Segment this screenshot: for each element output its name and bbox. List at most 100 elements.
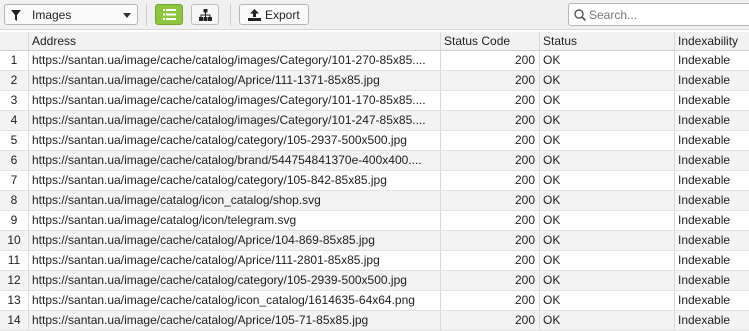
cell-indexability: Indexable — [678, 233, 731, 247]
table-row[interactable]: 14 https://santan.ua/image/cache/catalog/… — [0, 311, 749, 331]
search-icon — [574, 9, 586, 21]
filter-label: Images — [32, 8, 72, 22]
table-row[interactable]: 7 https://santan.ua/image/cache/catalog/c… — [0, 171, 749, 191]
cell-address: https://santan.ua/image/cache/catalog/Ap… — [29, 231, 441, 250]
cell-status: OK — [540, 211, 675, 230]
cell-status: OK — [540, 71, 675, 90]
cell-status-code: 200 — [441, 311, 540, 330]
chevron-down-icon — [123, 13, 131, 18]
toolbar-divider — [146, 4, 147, 26]
row-number: 4 — [0, 111, 29, 130]
cell-status: OK — [540, 291, 675, 310]
cell-indexability: Indexable — [678, 253, 731, 267]
cell-status-code: 200 — [441, 131, 540, 150]
table-row[interactable]: 10 https://santan.ua/image/cache/catalog/… — [0, 231, 749, 251]
table-row[interactable]: 5 https://santan.ua/image/cache/catalog/c… — [0, 131, 749, 151]
list-view-icon — [163, 9, 176, 20]
row-number: 1 — [0, 51, 29, 70]
cell-address: https://santan.ua/image/cache/catalog/ca… — [29, 131, 441, 150]
cell-indexability: Indexable — [678, 193, 731, 207]
export-button[interactable]: Export — [239, 4, 309, 25]
cell-status-code: 200 — [441, 91, 540, 110]
table-row[interactable]: 6 https://santan.ua/image/cache/catalog/b… — [0, 151, 749, 171]
cell-status-code: 200 — [441, 171, 540, 190]
row-number: 7 — [0, 171, 29, 190]
cell-status: OK — [540, 171, 675, 190]
export-label: Export — [265, 8, 300, 22]
cell-address: https://santan.ua/image/cache/catalog/ca… — [29, 171, 441, 190]
row-number: 8 — [0, 191, 29, 210]
cell-indexability: Indexable — [678, 313, 731, 327]
table-row[interactable]: 12 https://santan.ua/image/cache/catalog/… — [0, 271, 749, 291]
row-number: 14 — [0, 311, 29, 330]
table-row[interactable]: 2 https://santan.ua/image/cache/catalog/A… — [0, 71, 749, 91]
cell-address: https://santan.ua/image/cache/catalog/ca… — [29, 271, 441, 290]
cell-address: https://santan.ua/image/cache/catalog/Ap… — [29, 71, 441, 90]
toolbar-divider — [230, 4, 231, 26]
cell-status: OK — [540, 231, 675, 250]
row-number: 10 — [0, 231, 29, 250]
cell-indexability: Indexable — [678, 53, 731, 67]
cell-status-code: 200 — [441, 211, 540, 230]
list-view-button[interactable] — [155, 4, 183, 25]
table-body: 1 https://santan.ua/image/cache/catalog/i… — [0, 51, 749, 331]
cell-address: https://santan.ua/image/cache/catalog/im… — [29, 51, 441, 70]
toolbar: Images Export Search... — [0, 0, 749, 30]
cell-address: https://santan.ua/image/catalog/icon_cat… — [29, 191, 441, 210]
tree-view-button[interactable] — [191, 4, 219, 25]
table-row[interactable]: 8 https://santan.ua/image/catalog/icon_ca… — [0, 191, 749, 211]
cell-indexability: Indexable — [678, 293, 731, 307]
cell-address: https://santan.ua/image/cache/catalog/im… — [29, 111, 441, 130]
cell-status-code: 200 — [441, 291, 540, 310]
cell-status: OK — [540, 271, 675, 290]
cell-address: https://santan.ua/image/catalog/icon/tel… — [29, 211, 441, 230]
search-input[interactable] — [589, 6, 744, 23]
table-row[interactable]: 3 https://santan.ua/image/cache/catalog/i… — [0, 91, 749, 111]
filter-dropdown[interactable]: Images — [4, 4, 138, 25]
cell-address: https://santan.ua/image/cache/catalog/Ap… — [29, 311, 441, 330]
cell-address: https://santan.ua/image/cache/catalog/br… — [29, 151, 441, 170]
row-number: 6 — [0, 151, 29, 170]
table-header: Address Status Code Status Indexability — [0, 32, 749, 51]
row-number: 2 — [0, 71, 29, 90]
cell-address: https://santan.ua/image/cache/catalog/im… — [29, 91, 441, 110]
cell-status: OK — [540, 51, 675, 70]
cell-indexability: Indexable — [678, 133, 731, 147]
table-row[interactable]: 9 https://santan.ua/image/catalog/icon/te… — [0, 211, 749, 231]
header-status-code[interactable]: Status Code — [441, 32, 540, 51]
row-number: 3 — [0, 91, 29, 110]
cell-indexability: Indexable — [678, 153, 731, 167]
table-row[interactable]: 4 https://santan.ua/image/cache/catalog/i… — [0, 111, 749, 131]
cell-status-code: 200 — [441, 51, 540, 70]
cell-status-code: 200 — [441, 71, 540, 90]
cell-indexability: Indexable — [678, 73, 731, 87]
funnel-icon — [11, 10, 21, 21]
header-row-number[interactable] — [0, 32, 29, 51]
row-number: 13 — [0, 291, 29, 310]
header-address[interactable]: Address — [29, 32, 441, 51]
search-box[interactable] — [568, 3, 749, 26]
header-indexability[interactable]: Indexability — [675, 32, 749, 51]
tree-view-icon — [199, 9, 212, 21]
cell-status: OK — [540, 91, 675, 110]
row-number: 11 — [0, 251, 29, 270]
header-status[interactable]: Status — [540, 32, 675, 51]
table-row[interactable]: 11 https://santan.ua/image/cache/catalog/… — [0, 251, 749, 271]
export-upload-icon — [248, 9, 261, 21]
cell-status: OK — [540, 111, 675, 130]
cell-status-code: 200 — [441, 231, 540, 250]
cell-indexability: Indexable — [678, 113, 731, 127]
cell-status-code: 200 — [441, 111, 540, 130]
cell-status: OK — [540, 151, 675, 170]
table-row[interactable]: 1 https://santan.ua/image/cache/catalog/i… — [0, 51, 749, 71]
cell-status: OK — [540, 131, 675, 150]
cell-status: OK — [540, 251, 675, 270]
row-number: 5 — [0, 131, 29, 150]
cell-indexability: Indexable — [678, 273, 731, 287]
results-table: Address Status Code Status Indexability … — [0, 32, 749, 331]
cell-status-code: 200 — [441, 151, 540, 170]
cell-status-code: 200 — [441, 191, 540, 210]
cell-indexability: Indexable — [678, 93, 731, 107]
cell-status-code: 200 — [441, 251, 540, 270]
table-row[interactable]: 13 https://santan.ua/image/cache/catalog/… — [0, 291, 749, 311]
